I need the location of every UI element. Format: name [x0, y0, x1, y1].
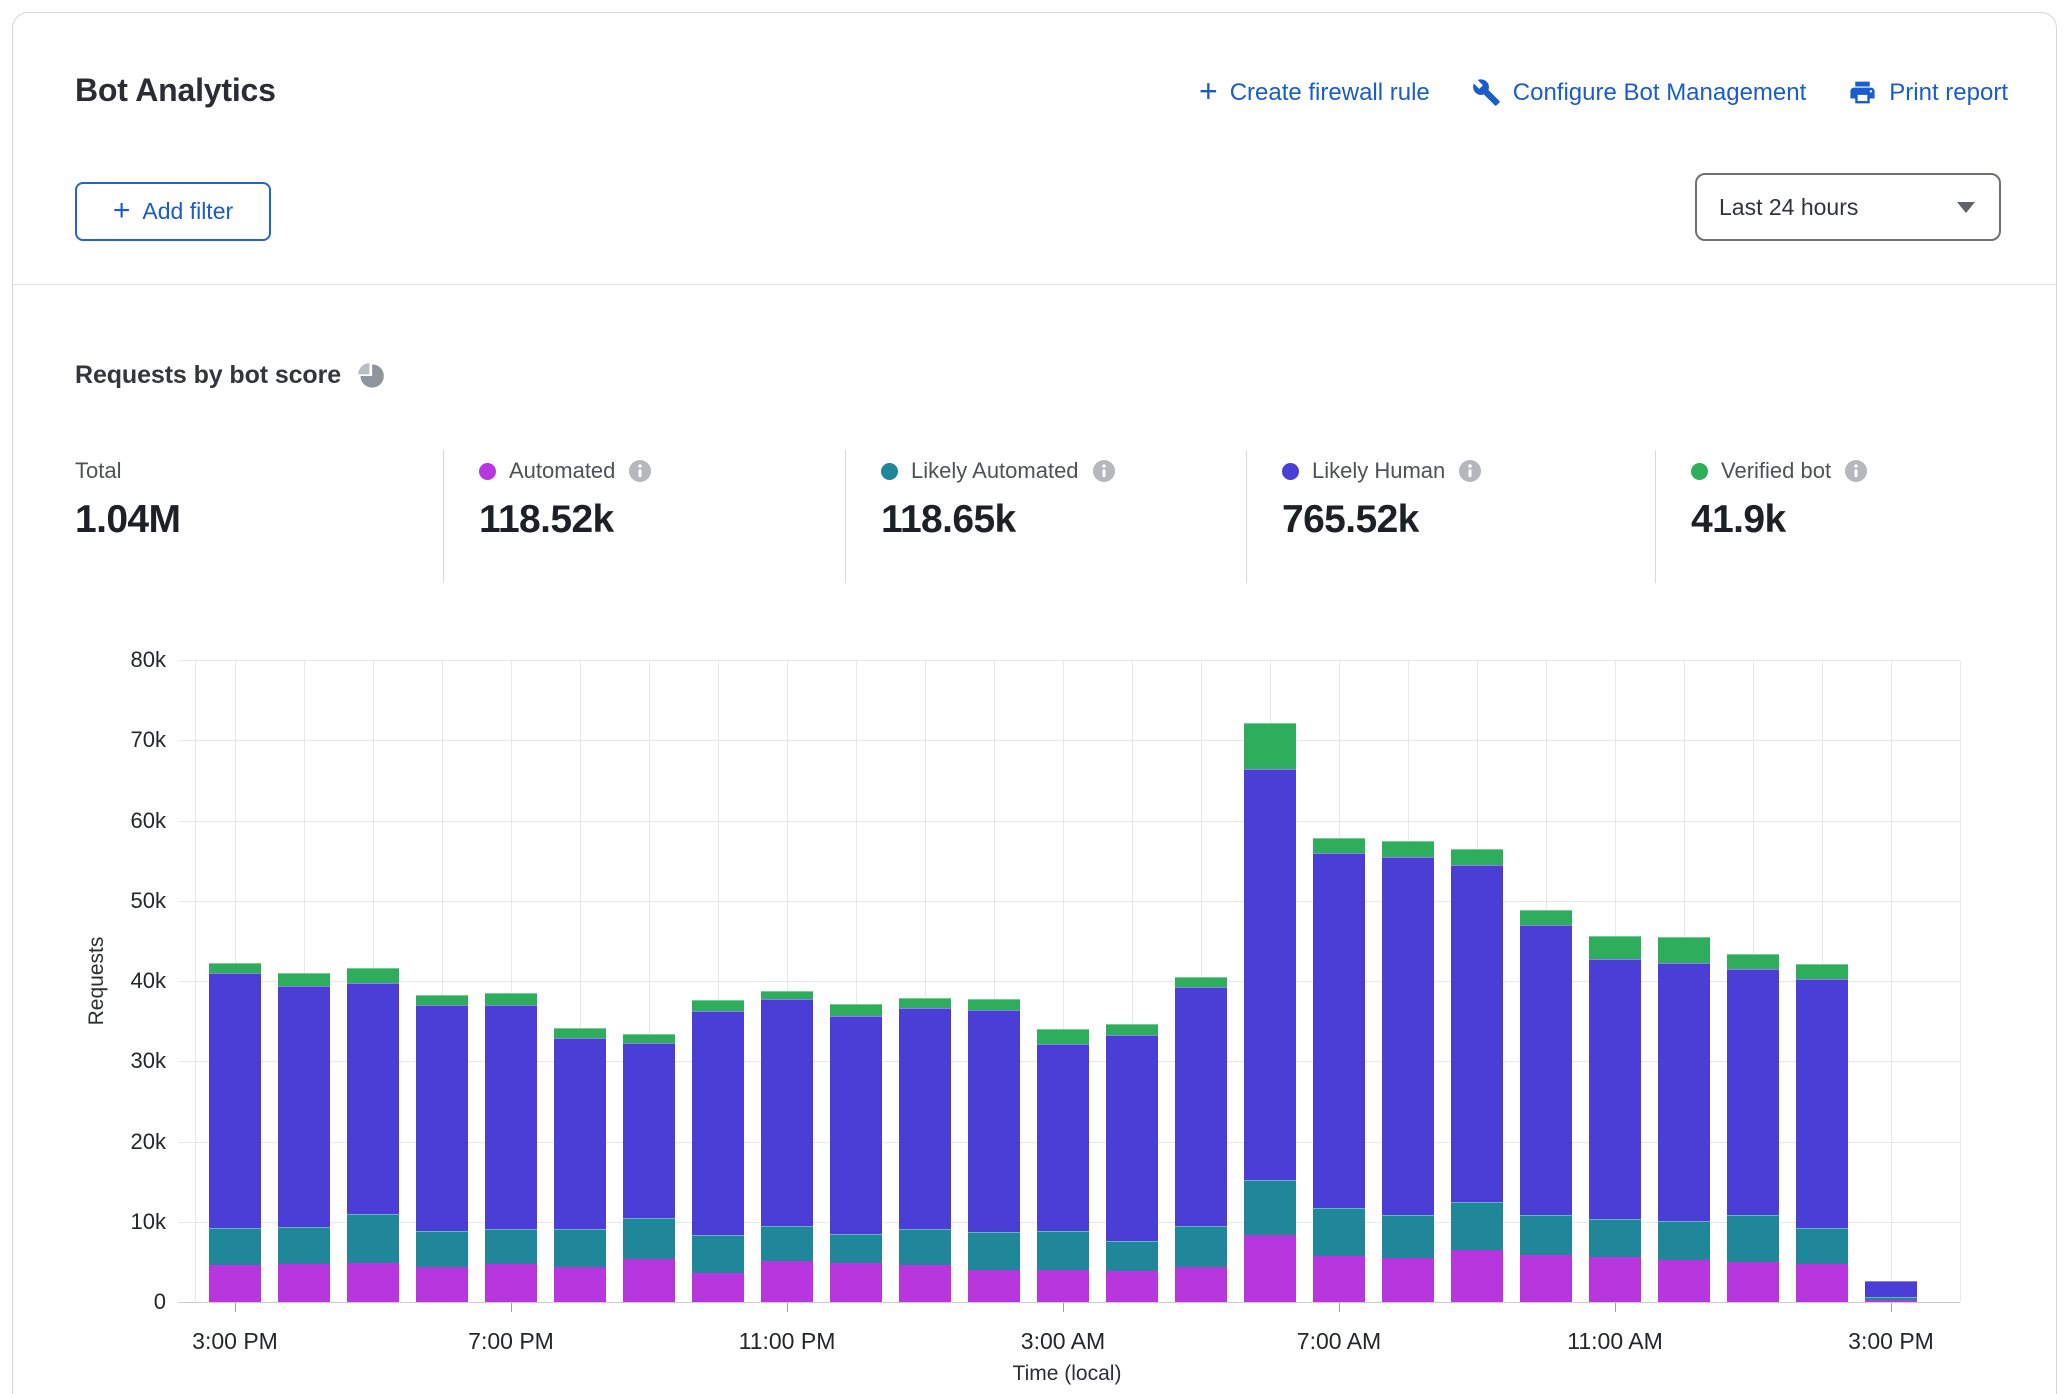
stat-value: 41.9k — [1691, 498, 2005, 542]
configure-bot-management-link[interactable]: Configure Bot Management — [1472, 78, 1807, 107]
info-icon[interactable] — [1458, 459, 1482, 483]
create-firewall-rule-label: Create firewall rule — [1230, 79, 1430, 107]
stat-value: 1.04M — [75, 498, 443, 542]
legend-dot-likely-automated — [881, 463, 898, 480]
chevron-down-icon — [1955, 201, 1977, 214]
bot-analytics-page: Bot Analytics + Create firewall rule Con… — [0, 0, 2070, 1394]
legend-dot-likely-human — [1282, 463, 1299, 480]
print-report-label: Print report — [1889, 79, 2008, 107]
stat-likely-automated: Likely Automated 118.65k — [845, 450, 1246, 583]
add-filter-button[interactable]: + Add filter — [75, 182, 271, 241]
stat-label: Likely Automated — [911, 458, 1079, 484]
time-range-select[interactable]: Last 24 hours — [1695, 173, 2001, 241]
stat-value: 765.52k — [1282, 498, 1655, 542]
plus-icon: + — [113, 199, 131, 222]
info-icon[interactable] — [628, 459, 652, 483]
header-actions: + Create firewall rule Configure Bot Man… — [1199, 78, 2008, 107]
section-title-row: Requests by bot score — [75, 361, 385, 390]
stats-row: Total 1.04M Automated 118.52k Likely Aut… — [75, 450, 2005, 583]
stat-label: Likely Human — [1312, 458, 1445, 484]
stat-value: 118.65k — [881, 498, 1246, 542]
printer-icon — [1848, 78, 1877, 107]
wrench-icon — [1472, 78, 1501, 107]
print-report-link[interactable]: Print report — [1848, 78, 2008, 107]
legend-dot-verified-bot — [1691, 463, 1708, 480]
info-icon[interactable] — [1844, 459, 1868, 483]
stat-label: Automated — [509, 458, 615, 484]
section-title: Requests by bot score — [75, 361, 341, 390]
stat-automated: Automated 118.52k — [443, 450, 845, 583]
configure-bot-management-label: Configure Bot Management — [1513, 79, 1807, 107]
time-range-value: Last 24 hours — [1719, 194, 1955, 221]
stat-label: Total — [75, 458, 121, 484]
stat-total: Total 1.04M — [75, 450, 443, 583]
create-firewall-rule-link[interactable]: + Create firewall rule — [1199, 79, 1430, 107]
add-filter-label: Add filter — [142, 198, 233, 225]
stat-value: 118.52k — [479, 498, 845, 542]
plus-icon: + — [1199, 79, 1218, 103]
stat-label: Verified bot — [1721, 458, 1831, 484]
stat-verified-bot: Verified bot 41.9k — [1655, 450, 2005, 583]
pie-chart-icon — [357, 362, 385, 390]
legend-dot-automated — [479, 463, 496, 480]
info-icon[interactable] — [1092, 459, 1116, 483]
page-title: Bot Analytics — [75, 72, 276, 109]
header-divider — [13, 284, 2056, 285]
stat-likely-human: Likely Human 765.52k — [1246, 450, 1655, 583]
